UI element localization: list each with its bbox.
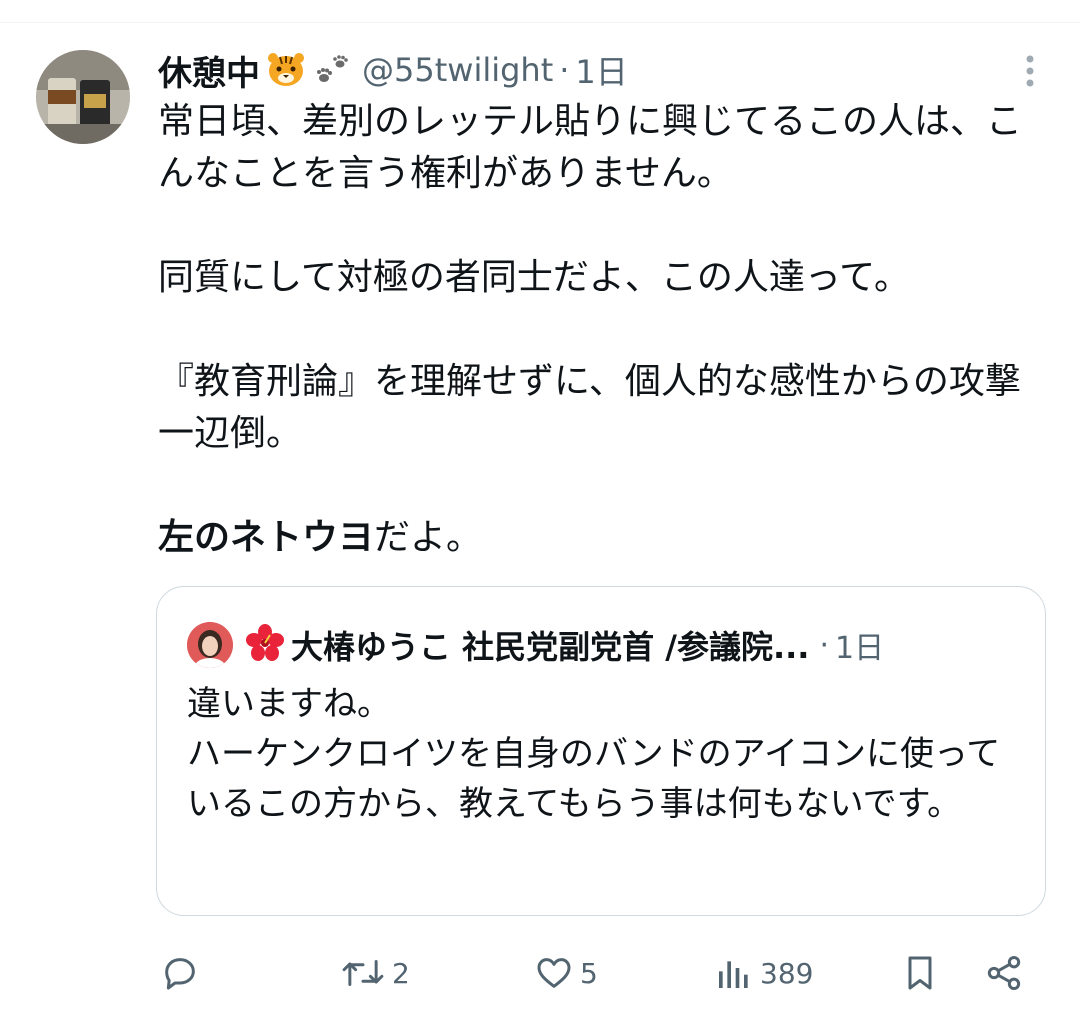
retweet-icon [340, 953, 386, 993]
quoted-author-avatar[interactable] [187, 622, 233, 668]
share-button[interactable] [984, 945, 1024, 1001]
reply-icon [160, 953, 200, 993]
separator-dot: · [559, 51, 570, 89]
tweet-paragraph-2: 同質にして対極の者同士だよ、この人達って。 [158, 257, 911, 298]
quoted-author-name[interactable]: 大椿ゆうこ 社民党副党首 /参議院... [291, 622, 809, 668]
tiger-face-icon [266, 52, 306, 88]
author-avatar[interactable] [36, 50, 130, 144]
tweet-last-line-rest: だよ。 [374, 517, 483, 558]
quoted-avatar-photo-icon [187, 622, 233, 668]
quoted-separator-dot: · [819, 627, 829, 663]
views-icon [714, 953, 754, 993]
bookmark-button[interactable] [900, 945, 940, 1001]
retweet-button[interactable]: 2 [340, 945, 410, 1001]
retweet-count: 2 [392, 956, 410, 990]
heart-icon [534, 953, 574, 993]
quoted-tweet-text: 違いますね。 ハーケンクロイツを自身のバンドのアイコンに使っているこの方から、教… [187, 684, 1001, 824]
like-button[interactable]: 5 [534, 945, 598, 1001]
views-count: 389 [760, 956, 814, 990]
tweet-text: 常日頃、差別のレッテル貼りに興じてるこの人は、こんなことを言う権利がありません。… [158, 96, 1048, 564]
paw-prints-icon [312, 52, 352, 88]
like-count: 5 [580, 956, 598, 990]
tweet-header: 休憩中 @55twilight · 1日 [158, 46, 628, 94]
share-icon [984, 953, 1024, 993]
views-button[interactable]: 389 [714, 945, 813, 1001]
tweet-paragraph-3: 『教育刑論』を理解せずに、個人的な感性からの攻撃一辺倒。 [158, 361, 1021, 454]
quoted-tweet[interactable]: 大椿ゆうこ 社民党副党首 /参議院... · 1日 違いますね。 ハーケンクロイ… [156, 586, 1046, 916]
top-divider [0, 22, 1080, 23]
author-handle[interactable]: @55twilight [362, 51, 553, 89]
post-time[interactable]: 1日 [575, 47, 627, 93]
quoted-post-time[interactable]: 1日 [835, 623, 884, 667]
reply-button[interactable] [160, 945, 200, 1001]
action-bar: 2 5 389 [0, 945, 1080, 1001]
author-name[interactable]: 休憩中 [158, 46, 260, 95]
bookmark-icon [900, 953, 940, 993]
avatar-photo-icon [36, 50, 130, 144]
hibiscus-icon [245, 623, 285, 667]
quoted-tweet-header: 大椿ゆうこ 社民党副党首 /参議院... · 1日 [187, 622, 884, 668]
more-options-icon[interactable] [1018, 54, 1042, 88]
tweet-paragraph-1: 常日頃、差別のレッテル貼りに興じてるこの人は、こんなことを言う権利がありません。 [158, 101, 1023, 194]
tweet-last-line-bold: 左のネトウヨ [158, 517, 375, 558]
